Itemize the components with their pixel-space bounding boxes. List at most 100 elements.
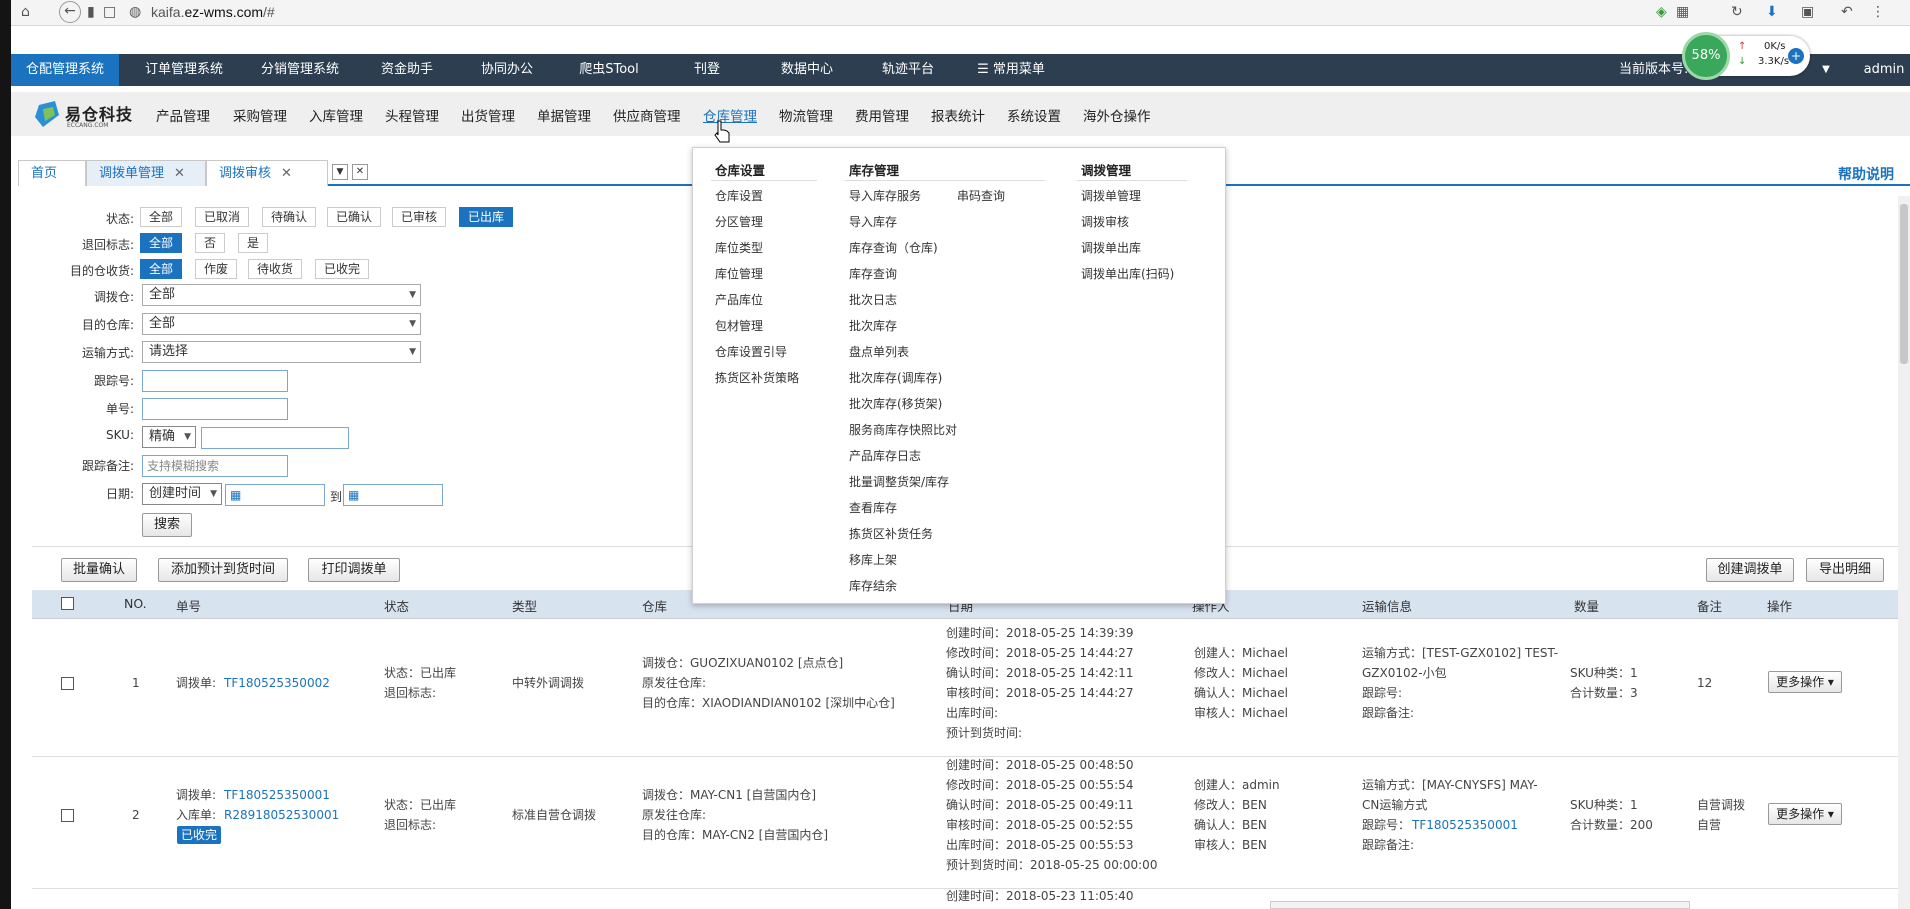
sys-nav-item-tracking[interactable]: 轨迹平台 xyxy=(861,54,955,86)
menu-item[interactable]: 库存查询（仓库) xyxy=(849,239,938,256)
help-link[interactable]: 帮助说明 xyxy=(1838,164,1894,184)
from-warehouse-select[interactable]: 全部 ▼ xyxy=(142,284,421,306)
export-details-button[interactable]: 导出明细 xyxy=(1806,558,1884,582)
menu-item[interactable]: 调拨单出库 xyxy=(1081,239,1141,256)
shipping-method-select[interactable]: 请选择 ▼ xyxy=(142,341,421,363)
menu-item[interactable]: 批量调整货架/库存 xyxy=(849,473,949,490)
menu-item[interactable]: 产品库位 xyxy=(715,291,763,308)
undo-icon[interactable]: ↶ xyxy=(1841,3,1853,21)
status-chip-cancelled[interactable]: 已取消 xyxy=(195,207,250,227)
dest-chip-all[interactable]: 全部 xyxy=(140,259,183,279)
module-nav-item[interactable]: 产品管理 xyxy=(156,105,210,125)
back-icon[interactable]: ← xyxy=(59,1,81,23)
menu-item[interactable]: 调拨单管理 xyxy=(1081,187,1141,204)
module-nav-item[interactable]: 供应商管理 xyxy=(613,105,681,125)
tab-home[interactable]: 首页 xyxy=(18,160,86,186)
sys-nav-item-funds[interactable]: 资金助手 xyxy=(361,54,453,86)
status-chip-shipped[interactable]: 已出库 xyxy=(459,207,514,227)
menu-icon[interactable]: ⋮ xyxy=(1871,3,1885,21)
tab-list-icon[interactable]: ▼ xyxy=(332,164,348,180)
menu-item[interactable]: 包材管理 xyxy=(715,317,763,334)
module-nav-item[interactable]: 海外仓操作 xyxy=(1083,105,1151,125)
more-actions-button[interactable]: 更多操作 ▾ xyxy=(1768,803,1842,825)
batch-confirm-button[interactable]: 批量确认 xyxy=(61,558,137,582)
dest-chip-void[interactable]: 作废 xyxy=(195,259,238,279)
return-chip-yes[interactable]: 是 xyxy=(238,233,269,253)
forward-icon[interactable]: ▮ xyxy=(87,3,95,21)
sys-nav-item-wms[interactable]: 仓配管理系统 xyxy=(11,54,119,86)
sys-nav-item-crawler[interactable]: 爬虫STool xyxy=(561,54,657,86)
menu-item[interactable]: 服务商库存快照比对 xyxy=(849,421,957,438)
menu-item[interactable]: 导入库存 xyxy=(849,213,897,230)
menu-item[interactable]: 产品库存日志 xyxy=(849,447,921,464)
tab-transfer-review[interactable]: 调拨审核 ✕ xyxy=(206,160,328,186)
close-icon[interactable]: ✕ xyxy=(281,166,292,181)
sys-nav-item-office[interactable]: 协同办公 xyxy=(461,54,553,86)
module-nav-item[interactable]: 入库管理 xyxy=(309,105,363,125)
menu-item[interactable]: 批次日志 xyxy=(849,291,897,308)
module-nav-item[interactable]: 物流管理 xyxy=(779,105,833,125)
module-nav-item[interactable]: 采购管理 xyxy=(233,105,287,125)
sku-input[interactable] xyxy=(201,427,349,449)
shield-icon[interactable]: ◈ xyxy=(1656,3,1667,21)
menu-item[interactable]: 库存结余 xyxy=(849,577,897,594)
module-nav-item[interactable]: 系统设置 xyxy=(1007,105,1061,125)
address-bar[interactable]: kaifa.ez-wms.com/# xyxy=(151,4,275,20)
module-nav-item[interactable]: 费用管理 xyxy=(855,105,909,125)
row-checkbox[interactable] xyxy=(61,809,74,822)
sku-mode-select[interactable]: 精确 ▼ xyxy=(142,426,196,448)
tracking-note-input[interactable]: 支持模糊搜索 xyxy=(142,455,288,477)
module-nav-item[interactable]: 头程管理 xyxy=(385,105,439,125)
pagination-bar[interactable] xyxy=(1270,901,1690,909)
module-nav-item[interactable]: 报表统计 xyxy=(931,105,985,125)
home-icon[interactable]: ⌂ xyxy=(21,3,30,21)
sys-nav-item-distribution[interactable]: 分销管理系统 xyxy=(244,54,356,86)
return-chip-all[interactable]: 全部 xyxy=(140,233,183,253)
calendar-icon[interactable]: ▦ xyxy=(348,488,359,502)
print-transfer-button[interactable]: 打印调拨单 xyxy=(308,558,400,582)
bookmark-icon[interactable]: □ xyxy=(103,3,116,21)
menu-item[interactable]: 调拨单出库(扫码) xyxy=(1081,265,1174,282)
network-speed-widget[interactable]: 58% ↑ 0K/s ↓ 3.3K/s + xyxy=(1682,32,1810,80)
doc-no-link[interactable]: TF180525350002 xyxy=(224,673,330,693)
return-chip-no[interactable]: 否 xyxy=(195,233,226,253)
dest-chip-received[interactable]: 已收完 xyxy=(315,259,370,279)
status-chip-audited[interactable]: 已审核 xyxy=(392,207,447,227)
sys-nav-item-common-menu[interactable]: ☰ 常用菜单 xyxy=(956,54,1066,86)
more-actions-button[interactable]: 更多操作 ▾ xyxy=(1768,671,1842,693)
menu-item[interactable]: 库存查询 xyxy=(849,265,897,282)
row-checkbox[interactable] xyxy=(61,677,74,690)
menu-item[interactable]: 串码查询 xyxy=(957,187,1005,204)
module-nav-item[interactable]: 出货管理 xyxy=(461,105,515,125)
add-eta-button[interactable]: 添加预计到货时间 xyxy=(158,558,288,582)
close-all-icon[interactable]: ✕ xyxy=(352,164,368,180)
sys-nav-item-data[interactable]: 数据中心 xyxy=(761,54,853,86)
create-transfer-button[interactable]: 创建调拨单 xyxy=(1706,558,1794,582)
menu-item[interactable]: 库位管理 xyxy=(715,265,763,282)
close-icon[interactable]: ✕ xyxy=(174,166,185,181)
qr-icon[interactable]: ▦ xyxy=(1676,3,1689,21)
tab-transfer-orders[interactable]: 调拨单管理 ✕ xyxy=(86,160,206,186)
date-from-input[interactable]: ▦ xyxy=(225,484,325,506)
doc-no-link[interactable]: TF180525350001 xyxy=(224,785,330,805)
menu-item[interactable]: 拣货区补货任务 xyxy=(849,525,933,542)
tracking-no-input[interactable] xyxy=(142,370,288,392)
status-chip-pending[interactable]: 待确认 xyxy=(262,207,317,227)
menu-item[interactable]: 盘点单列表 xyxy=(849,343,909,360)
status-chip-confirmed[interactable]: 已确认 xyxy=(327,207,382,227)
to-warehouse-select[interactable]: 全部 ▼ xyxy=(142,313,421,335)
scrollbar[interactable] xyxy=(1898,196,1910,909)
menu-item[interactable]: 批次库存(移货架) xyxy=(849,395,942,412)
sys-nav-item-listing[interactable]: 刊登 xyxy=(661,54,753,86)
plus-icon[interactable]: + xyxy=(1788,48,1804,64)
tracking-no-link[interactable]: TF180525350001 xyxy=(1412,815,1518,835)
sys-nav-item-orders[interactable]: 订单管理系统 xyxy=(129,54,239,86)
menu-item[interactable]: 调拨审核 xyxy=(1081,213,1129,230)
window-icon[interactable]: ▣ xyxy=(1801,3,1814,21)
inbound-no-link[interactable]: R28918052530001 xyxy=(224,805,339,825)
menu-item[interactable]: 批次库存 xyxy=(849,317,897,334)
date-type-select[interactable]: 创建时间 ▼ xyxy=(142,483,222,505)
status-chip-all[interactable]: 全部 xyxy=(140,207,183,227)
menu-item[interactable]: 仓库设置引导 xyxy=(715,343,787,360)
menu-item[interactable]: 分区管理 xyxy=(715,213,763,230)
